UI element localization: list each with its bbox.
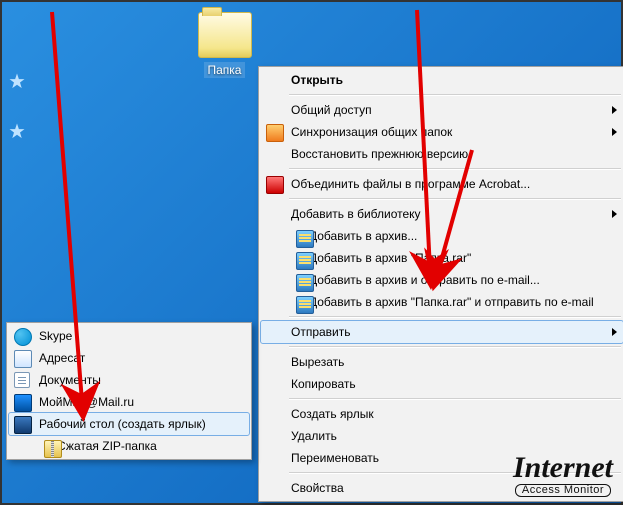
watermark: Internet Access Monitor: [513, 453, 613, 497]
folder-icon: [198, 12, 252, 58]
mail-icon: [14, 350, 32, 368]
send-zip[interactable]: Сжатая ZIP-папка: [9, 435, 249, 457]
folder-desktop-item[interactable]: Папка: [187, 12, 262, 78]
menu-library[interactable]: Добавить в библиотеку: [261, 203, 623, 225]
menu-restore[interactable]: Восстановить прежнюю версию: [261, 143, 623, 165]
menu-sync[interactable]: Синхронизация общих папок: [261, 121, 623, 143]
send-documents[interactable]: Документы: [9, 369, 249, 391]
separator: [289, 198, 621, 200]
separator: [289, 94, 621, 96]
rar-icon: [296, 296, 314, 314]
separator: [289, 316, 621, 318]
separator: [289, 346, 621, 348]
desktop-icon: [14, 416, 32, 434]
chevron-right-icon: [612, 106, 617, 114]
desktop[interactable]: Папка Открыть Общий доступ Синхронизация…: [0, 0, 623, 505]
menu-share[interactable]: Общий доступ: [261, 99, 623, 121]
moimir-icon: [14, 394, 32, 412]
menu-create-shortcut[interactable]: Создать ярлык: [261, 403, 623, 425]
wallpaper-star-icon: [8, 72, 26, 90]
menu-rar-add[interactable]: Добавить в архив...: [261, 225, 623, 247]
context-menu: Открыть Общий доступ Синхронизация общих…: [258, 66, 623, 502]
wallpaper-star-icon: [8, 122, 26, 140]
chevron-right-icon: [612, 328, 617, 336]
separator: [289, 398, 621, 400]
menu-open[interactable]: Открыть: [261, 69, 623, 91]
send-to-submenu: Skype Адресат Документы МойМир@Mail.ru Р…: [6, 322, 252, 460]
pdf-icon: [266, 176, 284, 194]
menu-cut[interactable]: Вырезать: [261, 351, 623, 373]
folder-label: Папка: [204, 62, 246, 78]
rar-icon: [296, 274, 314, 292]
separator: [289, 168, 621, 170]
zip-icon: [44, 440, 62, 458]
menu-copy[interactable]: Копировать: [261, 373, 623, 395]
send-desktop-shortcut[interactable]: Рабочий стол (создать ярлык): [8, 412, 250, 436]
send-skype[interactable]: Skype: [9, 325, 249, 347]
rar-icon: [296, 252, 314, 270]
skype-icon: [14, 328, 32, 346]
sync-icon: [266, 124, 284, 142]
menu-rar-named-email[interactable]: Добавить в архив "Папка.rar" и отправить…: [261, 291, 623, 313]
send-moimir[interactable]: МойМир@Mail.ru: [9, 391, 249, 413]
send-recipient[interactable]: Адресат: [9, 347, 249, 369]
menu-delete[interactable]: Удалить: [261, 425, 623, 447]
menu-acrobat[interactable]: Объединить файлы в программе Acrobat...: [261, 173, 623, 195]
menu-send-to[interactable]: Отправить: [260, 320, 623, 344]
rar-icon: [296, 230, 314, 248]
document-icon: [14, 372, 30, 388]
chevron-right-icon: [612, 128, 617, 136]
menu-rar-email[interactable]: Добавить в архив и отправить по e-mail..…: [261, 269, 623, 291]
chevron-right-icon: [612, 210, 617, 218]
menu-rar-named[interactable]: Добавить в архив "Папка.rar": [261, 247, 623, 269]
